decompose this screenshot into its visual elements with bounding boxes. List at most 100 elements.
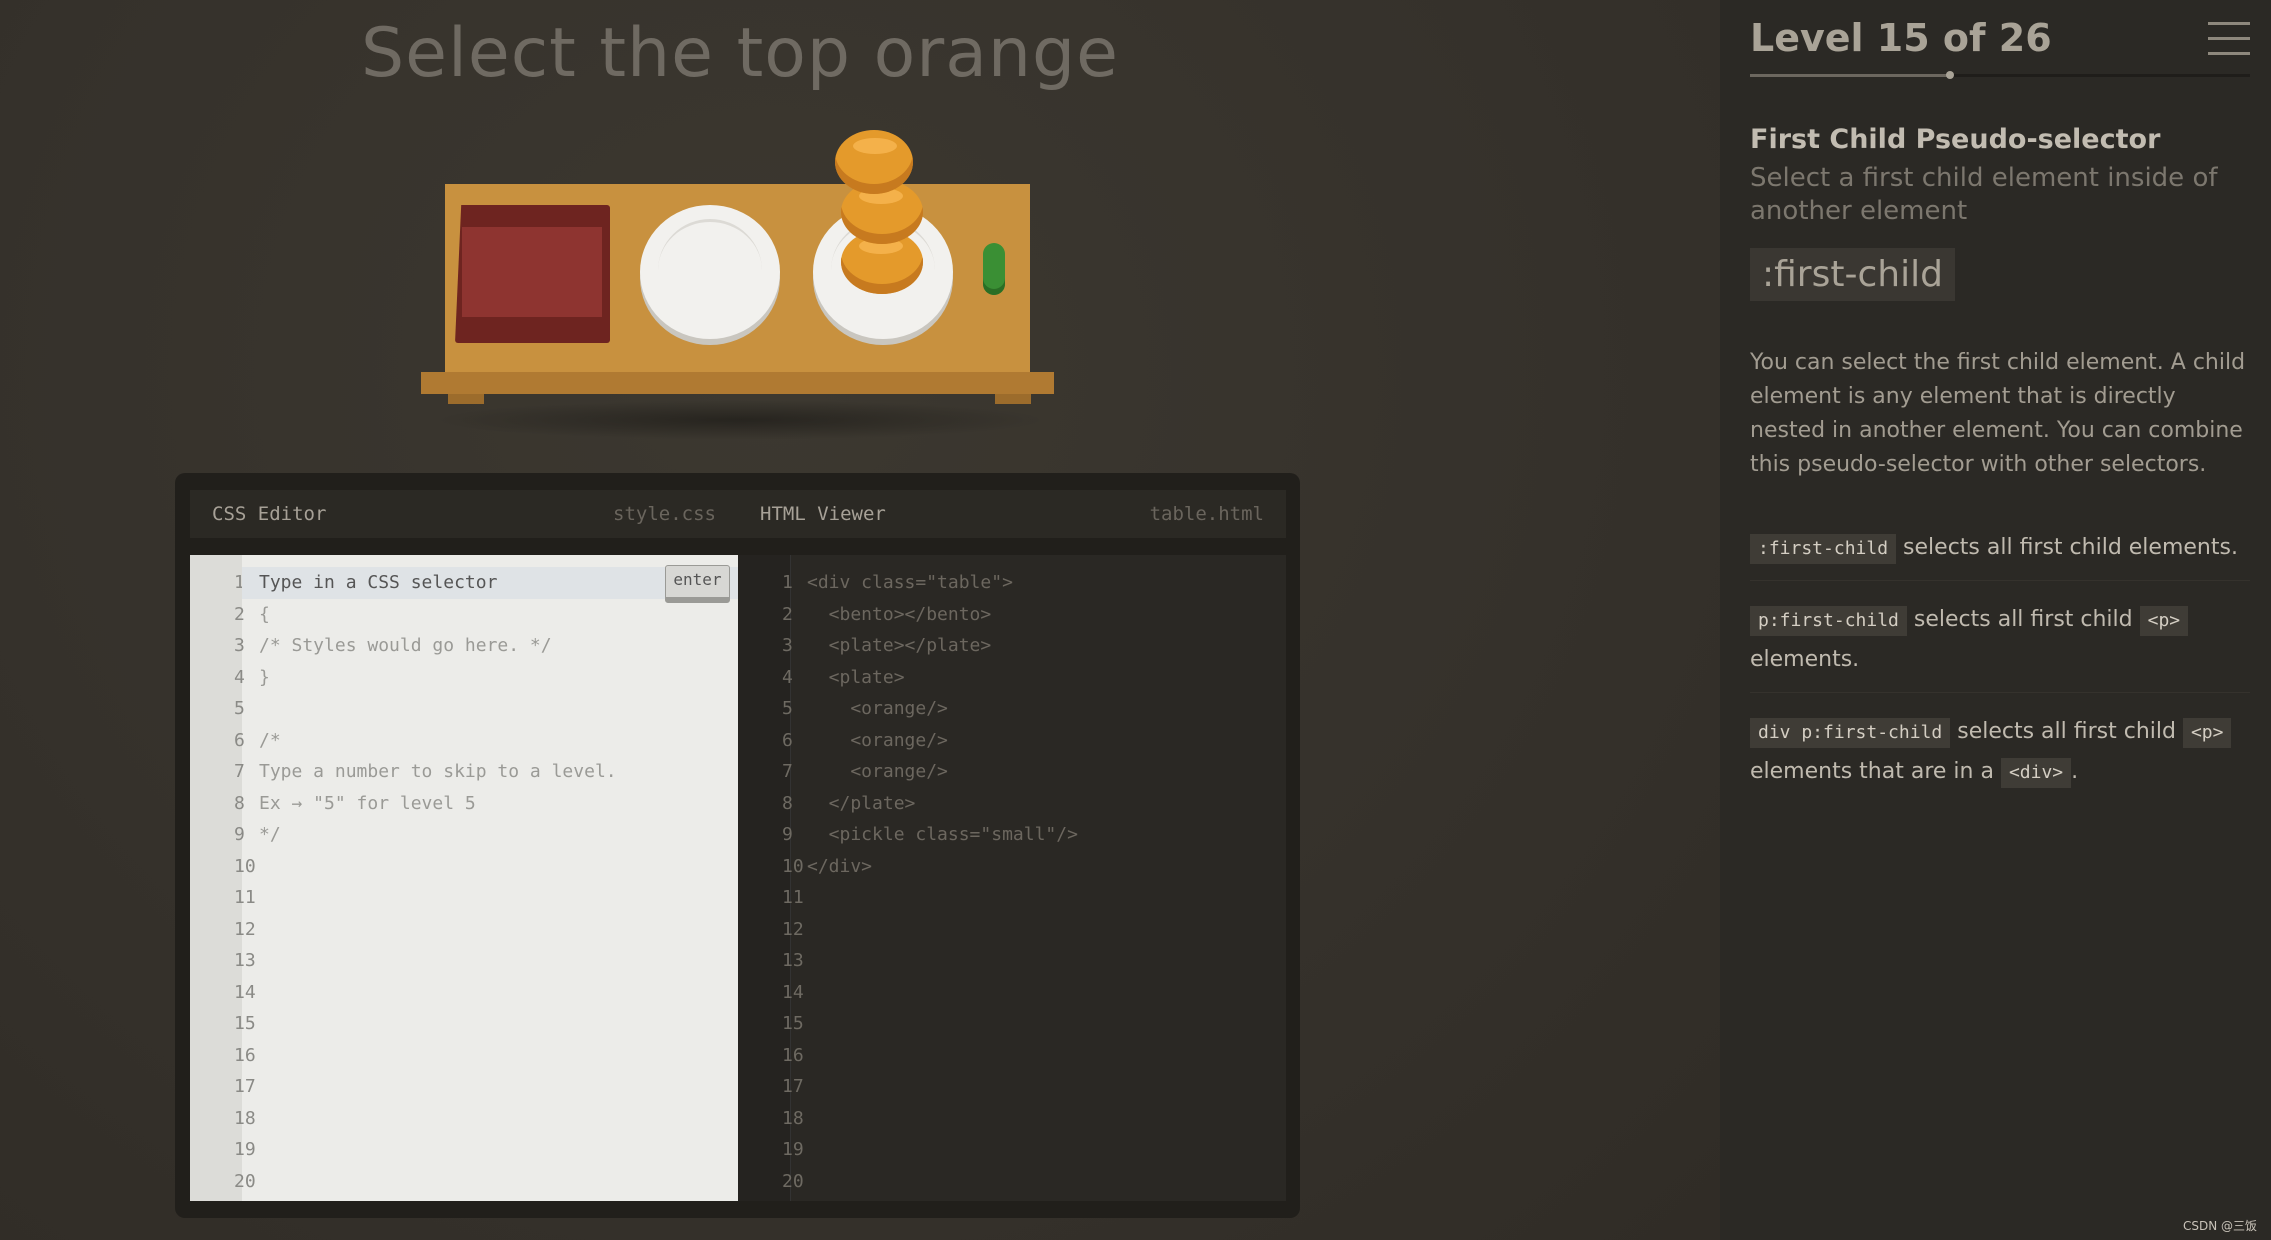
html-viewer-title: HTML Viewer [760, 503, 886, 525]
code-line: <bento></bento> [807, 603, 992, 625]
line-number: 9 [782, 824, 793, 845]
line-number: 10 [782, 855, 804, 877]
css-line-gutter: 1 2 3 4 5 6 7 8 9 10 11 12 13 14 15 16 17 18 19 20 [190, 555, 256, 1201]
line-number: 14 [234, 981, 256, 1003]
example-2: p:first-child selects all first child <p… [1750, 600, 2250, 693]
line-number: 13 [782, 950, 804, 971]
example-text: selects all first child elements. [1903, 535, 2238, 560]
code-line: /* Styles would go here. */ [259, 635, 552, 656]
code-line: </plate> [807, 792, 916, 814]
html-line-gutter: 1 2 3 4 5 6 7 8 9 10 11 12 13 14 15 16 17 18 19 20 [738, 555, 804, 1201]
menu-icon[interactable] [2208, 22, 2250, 56]
line-number: 7 [234, 761, 245, 782]
line-number: 1 [782, 572, 793, 593]
plate-rim [658, 219, 762, 322]
selector-syntax: :first-child [1750, 248, 1955, 301]
selector-hint: You can select the first child element. … [1750, 350, 2246, 477]
line-number: 3 [782, 635, 793, 656]
example-code: div p:first-child [1750, 718, 1951, 748]
watermark: CSDN @三饭 [2182, 1219, 2257, 1233]
line-number: 14 [782, 981, 804, 1003]
orange-top[interactable] [835, 130, 913, 194]
order-instruction: Select the top orange [361, 14, 1119, 93]
line-number: 6 [782, 729, 793, 751]
level-indicator: Level 15 of 26 [1750, 16, 2052, 60]
line-number: 8 [782, 792, 793, 814]
line-number: 8 [234, 792, 245, 814]
sidebar: Level 15 of 26 First Child Pseudo-select… [1720, 0, 2271, 1240]
table-edge [421, 372, 1054, 394]
html-code-content: <div class="table"> <bento></bento> <pla… [807, 567, 1286, 882]
code-line: Ex → "5" for level 5 [259, 792, 476, 814]
line-number: 13 [234, 950, 256, 971]
line-number: 10 [234, 855, 256, 877]
line-number: 18 [234, 1107, 256, 1129]
line-number: 2 [234, 603, 245, 625]
line-number: 12 [782, 918, 804, 940]
code-line: <orange/> [807, 729, 948, 751]
line-number: 15 [782, 1013, 804, 1034]
line-number: 20 [234, 1170, 256, 1192]
code-line: </div> [807, 855, 873, 877]
code-line: <orange/> [807, 761, 948, 782]
line-number: 11 [782, 887, 804, 908]
code-line: <plate> [807, 666, 905, 688]
example-text: selects all first child [1913, 607, 2133, 632]
example-tag: <p> [2139, 606, 2189, 636]
line-number: 12 [234, 918, 256, 940]
code-line: { [259, 603, 270, 625]
example-end: . [2071, 759, 2079, 784]
code-line: <pickle class="small"/> [807, 824, 1078, 845]
line-number: 5 [234, 698, 245, 719]
selector-title: Select a first child element inside of a… [1750, 163, 2218, 226]
example-code: :first-child [1750, 534, 1897, 564]
css-code-content: {/* Styles would go here. */} /* Type a nu… [259, 567, 738, 851]
line-number: 3 [234, 635, 245, 656]
pickle-small[interactable] [983, 243, 1005, 295]
plate-empty[interactable] [640, 205, 780, 339]
example-text: selects all first child [1957, 719, 2176, 744]
line-number: 19 [234, 1139, 256, 1160]
line-number: 4 [234, 666, 245, 688]
example-1: :first-child selects all first child ele… [1750, 528, 2250, 581]
line-number: 7 [782, 761, 793, 782]
example-tag: <div> [2000, 758, 2072, 788]
example-code: p:first-child [1750, 606, 1907, 636]
line-number: 20 [782, 1170, 804, 1192]
line-number: 4 [782, 666, 793, 688]
bento-inner [462, 227, 602, 317]
game-area: Select the top orange CSS Editor style.c… [0, 0, 1720, 1240]
line-number: 17 [234, 1076, 256, 1097]
orange-shine [853, 138, 897, 154]
line-number: 9 [234, 824, 245, 845]
html-viewer-body: 1 2 3 4 5 6 7 8 9 10 11 12 13 14 15 16 17 18 19 20 <div cla… [738, 555, 1286, 1201]
line-number: 19 [782, 1139, 804, 1160]
enter-button[interactable]: enter [665, 565, 730, 603]
css-editor-header: CSS Editor style.css [190, 490, 738, 538]
code-line: } [259, 666, 270, 688]
example-text: elements that are in a [1750, 759, 1994, 784]
line-number: 15 [234, 1013, 256, 1034]
line-number: 6 [234, 729, 245, 751]
line-number: 2 [782, 603, 793, 625]
line-number: 16 [234, 1044, 256, 1066]
editor-panel: CSS Editor style.css HTML Viewer table.h… [175, 473, 1300, 1218]
css-editor-title: CSS Editor [212, 503, 327, 525]
code-line: <plate></plate> [807, 635, 992, 656]
line-number: 5 [782, 698, 793, 719]
code-line: */ [259, 824, 281, 845]
html-file-name: table.html [1149, 503, 1264, 525]
code-line: Type a number to skip to a level. [259, 761, 617, 782]
example-text: elements. [1750, 647, 1860, 672]
progress-dot [1946, 71, 1954, 79]
level-progress [1750, 71, 2250, 79]
code-line: <orange/> [807, 698, 948, 719]
selector-name: First Child Pseudo-selector [1750, 124, 2161, 155]
line-number: 17 [782, 1076, 804, 1097]
line-number: 18 [782, 1107, 804, 1129]
progress-fill [1750, 74, 1950, 77]
table-shadow [430, 400, 1050, 440]
css-file-name: style.css [613, 503, 716, 525]
example-3: div p:first-child selects all first chil… [1750, 712, 2250, 804]
